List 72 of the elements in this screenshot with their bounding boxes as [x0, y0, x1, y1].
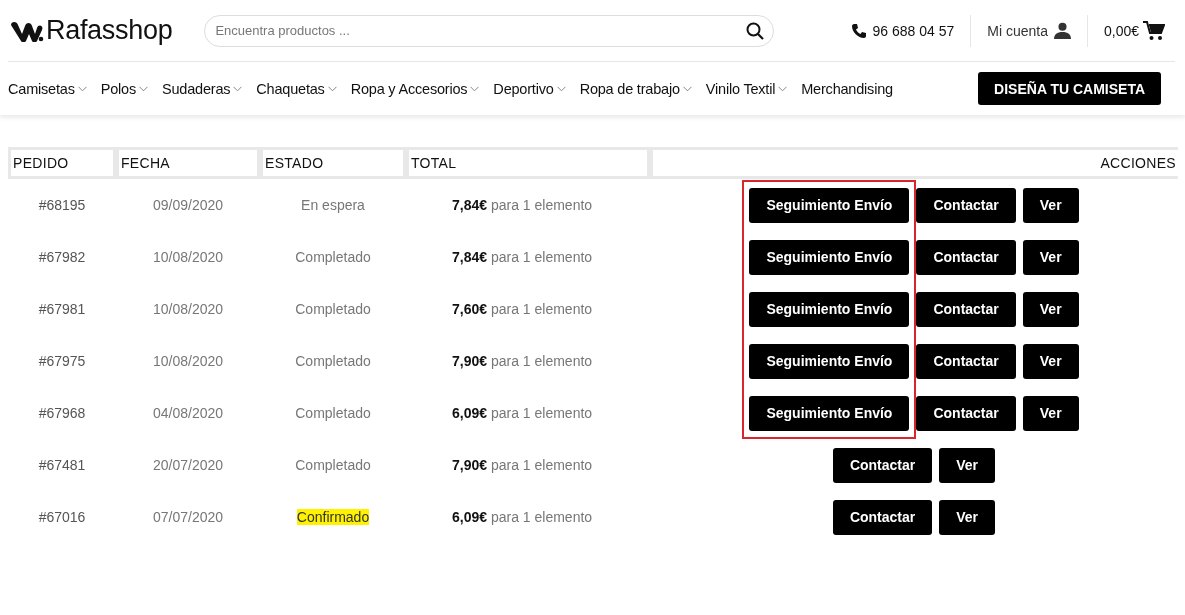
- menu-item[interactable]: Vinilo Textil: [705, 80, 788, 97]
- logo-icon: [10, 19, 44, 42]
- order-status: Completado: [295, 457, 371, 473]
- order-status: Completado: [295, 301, 371, 317]
- cart-total[interactable]: 0,00€: [1103, 22, 1139, 39]
- order-status: Completado: [295, 353, 371, 369]
- column-header: ACCIONES: [650, 147, 1178, 179]
- view-button[interactable]: Ver: [1022, 395, 1079, 431]
- order-total: 7,84€ para 1 elemento: [452, 197, 593, 213]
- column-header: FECHA: [116, 147, 260, 179]
- contact-button[interactable]: Contactar: [832, 499, 933, 535]
- order-number[interactable]: #67981: [8, 283, 116, 335]
- menu-item[interactable]: Camisetas: [8, 80, 87, 97]
- view-button[interactable]: Ver: [1022, 187, 1079, 223]
- menu-item[interactable]: Chaquetas: [256, 80, 337, 97]
- contact-button[interactable]: Contactar: [832, 447, 933, 483]
- order-number[interactable]: #67481: [8, 439, 116, 491]
- order-date: 20/07/2020: [151, 456, 225, 475]
- contact-button[interactable]: Contactar: [916, 291, 1016, 327]
- column-header: TOTAL: [406, 147, 650, 179]
- logo-text[interactable]: Rafasshop: [46, 15, 173, 46]
- column-header: PEDIDO: [8, 147, 116, 179]
- tracking-button[interactable]: Seguimiento Envío: [749, 291, 910, 327]
- menu-item[interactable]: Ropa de trabajo: [579, 80, 692, 97]
- phone-icon: [850, 22, 867, 39]
- menu-item[interactable]: Sudaderas: [162, 80, 243, 97]
- order-number[interactable]: #67975: [8, 335, 116, 387]
- view-button[interactable]: Ver: [1022, 343, 1079, 379]
- user-icon: [1053, 22, 1071, 39]
- order-date: 07/07/2020: [151, 508, 225, 527]
- order-total: 6,09€ para 1 elemento: [452, 405, 593, 421]
- view-button[interactable]: Ver: [939, 447, 996, 483]
- order-number[interactable]: #67016: [8, 491, 116, 543]
- tracking-button[interactable]: Seguimiento Envío: [749, 239, 910, 275]
- order-number[interactable]: #67982: [8, 231, 116, 283]
- order-total: 6,09€ para 1 elemento: [452, 509, 593, 525]
- search-icon[interactable]: [746, 21, 765, 40]
- order-number[interactable]: #68195: [8, 179, 116, 231]
- view-button[interactable]: Ver: [1022, 239, 1079, 275]
- order-total: 7,90€ para 1 elemento: [452, 457, 593, 473]
- order-status: Confirmado: [296, 509, 370, 525]
- menu-item[interactable]: Deportivo: [493, 80, 566, 97]
- account-link[interactable]: Mi cuenta: [987, 22, 1048, 39]
- order-date: 09/09/2020: [151, 196, 225, 215]
- order-status: Completado: [295, 405, 371, 421]
- tracking-button[interactable]: Seguimiento Envío: [749, 395, 910, 431]
- tracking-button[interactable]: Seguimiento Envío: [749, 187, 910, 223]
- view-button[interactable]: Ver: [1022, 291, 1079, 327]
- order-status: En espera: [301, 197, 365, 213]
- order-total: 7,90€ para 1 elemento: [452, 353, 593, 369]
- order-date: 10/08/2020: [151, 300, 225, 319]
- order-date: 10/08/2020: [151, 248, 225, 267]
- menu-item[interactable]: Ropa y Accesorios: [350, 80, 480, 97]
- menu-item[interactable]: Polos: [100, 80, 148, 97]
- tracking-button[interactable]: Seguimiento Envío: [749, 343, 910, 379]
- design-shirt-button[interactable]: DISEÑA TU CAMISETA: [978, 72, 1161, 105]
- order-total: 7,60€ para 1 elemento: [452, 301, 593, 317]
- order-total: 7,84€ para 1 elemento: [452, 249, 593, 265]
- contact-button[interactable]: Contactar: [916, 187, 1016, 223]
- phone-number[interactable]: 96 688 04 57: [872, 22, 955, 39]
- order-date: 04/08/2020: [151, 404, 225, 423]
- cart-icon[interactable]: [1143, 20, 1165, 41]
- order-number[interactable]: #67968: [8, 387, 116, 439]
- column-header: ESTADO: [260, 147, 406, 179]
- contact-button[interactable]: Contactar: [916, 395, 1016, 431]
- contact-button[interactable]: Contactar: [916, 343, 1016, 379]
- contact-button[interactable]: Contactar: [916, 239, 1016, 275]
- order-date: 10/08/2020: [151, 352, 225, 371]
- order-status: Completado: [295, 249, 371, 265]
- menu-item[interactable]: Merchandising: [801, 80, 893, 97]
- search-field[interactable]: Encuentra productos ...: [204, 14, 775, 47]
- view-button[interactable]: Ver: [939, 499, 996, 535]
